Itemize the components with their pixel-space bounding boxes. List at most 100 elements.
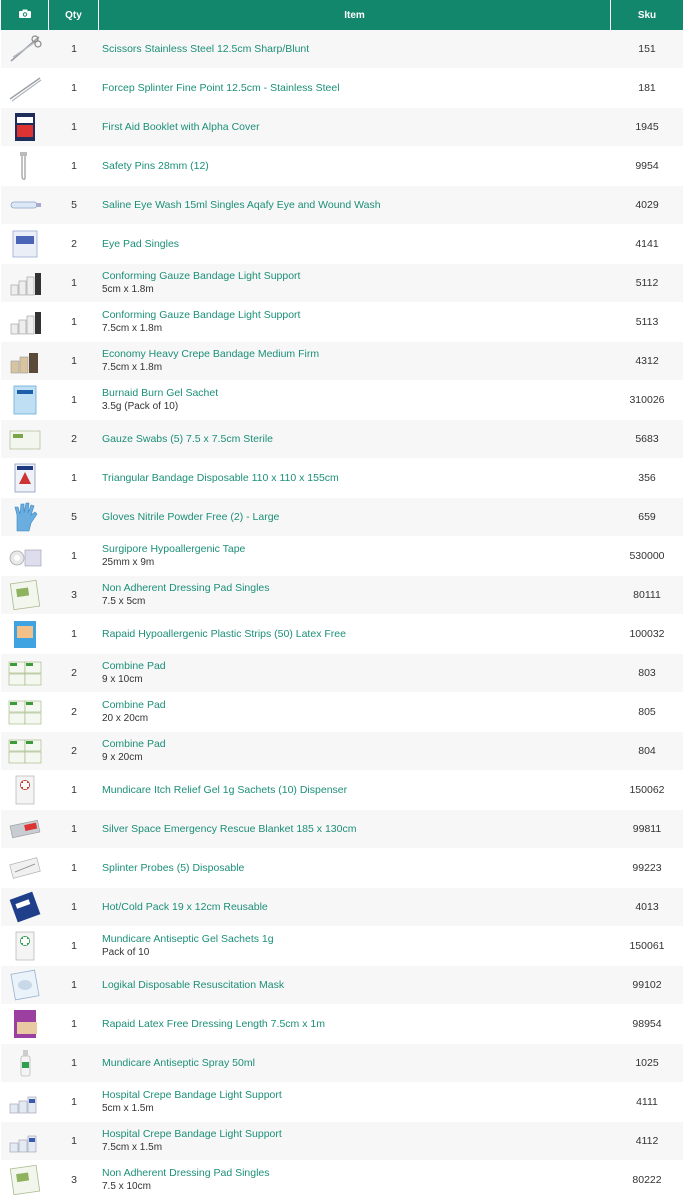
- table-row: 2 Gauze Swabs (5) 7.5 x 7.5cm Sterile 5683: [1, 420, 683, 459]
- item-link[interactable]: Gloves Nitrile Powder Free (2) - Large: [102, 511, 611, 524]
- hospital-crepe-thumbnail[interactable]: [7, 1125, 43, 1157]
- item-link[interactable]: Non Adherent Dressing Pad Singles: [102, 582, 611, 595]
- item-link[interactable]: Mundicare Antiseptic Gel Sachets 1g: [102, 933, 611, 946]
- item-size-text: 5cm x 1.8m: [102, 284, 154, 295]
- qty-cell: 1: [49, 927, 99, 966]
- product-image-cell: [1, 498, 49, 537]
- item-link[interactable]: Forcep Splinter Fine Point 12.5cm - Stai…: [102, 82, 611, 95]
- item-cell: Hospital Crepe Bandage Light Support 5cm …: [99, 1083, 611, 1122]
- tape-roll-thumbnail[interactable]: [7, 540, 43, 572]
- plastic-strips-box-thumbnail[interactable]: [7, 618, 43, 650]
- item-link[interactable]: Triangular Bandage Disposable 110 x 110 …: [102, 472, 611, 485]
- item-size-text: 7.5cm x 1.8m: [102, 362, 163, 373]
- resuscitation-mask-thumbnail[interactable]: [7, 969, 43, 1001]
- item-link[interactable]: Conforming Gauze Bandage Light Support: [102, 309, 611, 322]
- table-row: 3 Non Adherent Dressing Pad Singles 7.5 x …: [1, 576, 683, 615]
- item-cell: Combine Pad 20 x 20cm: [99, 693, 611, 732]
- product-image-cell: [1, 342, 49, 381]
- hot-cold-pack-thumbnail[interactable]: [7, 891, 43, 923]
- product-image-cell: [1, 69, 49, 108]
- qty-cell: 1: [49, 147, 99, 186]
- product-image-cell: [1, 615, 49, 654]
- combine-pad-thumbnail[interactable]: [7, 735, 43, 767]
- qty-cell: 1: [49, 30, 99, 69]
- item-link[interactable]: Logikal Disposable Resuscitation Mask: [102, 979, 611, 992]
- item-link[interactable]: Combine Pad: [102, 699, 611, 712]
- glove-thumbnail[interactable]: [7, 501, 43, 533]
- item-link[interactable]: First Aid Booklet with Alpha Cover: [102, 121, 611, 134]
- table-row: 1 First Aid Booklet with Alpha Cover 1945: [1, 108, 683, 147]
- item-link[interactable]: Silver Space Emergency Rescue Blanket 18…: [102, 823, 611, 836]
- bandage-rolls-thumbnail[interactable]: [7, 306, 43, 338]
- booklet-thumbnail[interactable]: [7, 111, 43, 143]
- hospital-crepe-thumbnail[interactable]: [7, 1086, 43, 1118]
- item-cell: Forcep Splinter Fine Point 12.5cm - Stai…: [99, 69, 611, 108]
- item-cell: Non Adherent Dressing Pad Singles 7.5 x 5…: [99, 576, 611, 615]
- item-link[interactable]: Hot/Cold Pack 19 x 12cm Reusable: [102, 901, 611, 914]
- item-link[interactable]: Surgipore Hypoallergenic Tape: [102, 543, 611, 556]
- item-cell: Economy Heavy Crepe Bandage Medium Firm 7…: [99, 342, 611, 381]
- item-cell: Mundicare Antiseptic Gel Sachets 1g Pack …: [99, 927, 611, 966]
- sku-column-header: Sku: [611, 0, 683, 30]
- item-link[interactable]: Conforming Gauze Bandage Light Support: [102, 270, 611, 283]
- item-cell: Combine Pad 9 x 10cm: [99, 654, 611, 693]
- eye-pad-thumbnail[interactable]: [7, 228, 43, 260]
- table-row: 1 Mundicare Antiseptic Gel Sachets 1g Pack…: [1, 927, 683, 966]
- qty-cell: 1: [49, 810, 99, 849]
- saline-tube-thumbnail[interactable]: [7, 189, 43, 221]
- scissors-thumbnail[interactable]: [7, 33, 43, 65]
- safety-pin-thumbnail[interactable]: [7, 150, 43, 182]
- dressing-pad-thumbnail[interactable]: [7, 579, 43, 611]
- table-row: 1 Scissors Stainless Steel 12.5cm Sharp/B…: [1, 30, 683, 69]
- item-link[interactable]: Saline Eye Wash 15ml Singles Aqafy Eye a…: [102, 199, 611, 212]
- item-link[interactable]: Scissors Stainless Steel 12.5cm Sharp/Bl…: [102, 43, 611, 56]
- table-row: 5 Gloves Nitrile Powder Free (2) - Large 6…: [1, 498, 683, 537]
- table-row: 1 Hot/Cold Pack 19 x 12cm Reusable 4013: [1, 888, 683, 927]
- item-link[interactable]: Non Adherent Dressing Pad Singles: [102, 1167, 611, 1180]
- sku-cell: 99102: [611, 966, 683, 1005]
- product-image-cell: [1, 420, 49, 459]
- item-link[interactable]: Safety Pins 28mm (12): [102, 160, 611, 173]
- item-link[interactable]: Burnaid Burn Gel Sachet: [102, 387, 611, 400]
- product-image-cell: [1, 186, 49, 225]
- qty-cell: 1: [49, 966, 99, 1005]
- item-link[interactable]: Gauze Swabs (5) 7.5 x 7.5cm Sterile: [102, 433, 611, 446]
- gauze-swab-thumbnail[interactable]: [7, 423, 43, 455]
- gel-sachet-thumbnail[interactable]: [7, 384, 43, 416]
- crepe-bandage-thumbnail[interactable]: [7, 345, 43, 377]
- itch-gel-dispenser-thumbnail[interactable]: [7, 774, 43, 806]
- triangular-bandage-thumbnail[interactable]: [7, 462, 43, 494]
- item-cell: Mundicare Antiseptic Spray 50ml: [99, 1044, 611, 1083]
- bandage-rolls-thumbnail[interactable]: [7, 267, 43, 299]
- product-image-cell: [1, 771, 49, 810]
- antiseptic-gel-thumbnail[interactable]: [7, 930, 43, 962]
- item-link[interactable]: Eye Pad Singles: [102, 238, 611, 251]
- item-cell: Scissors Stainless Steel 12.5cm Sharp/Bl…: [99, 30, 611, 69]
- qty-cell: 3: [49, 576, 99, 615]
- item-link[interactable]: Combine Pad: [102, 738, 611, 751]
- spray-bottle-thumbnail[interactable]: [7, 1047, 43, 1079]
- item-link[interactable]: Splinter Probes (5) Disposable: [102, 862, 611, 875]
- table-row: 2 Eye Pad Singles 4141: [1, 225, 683, 264]
- product-image-cell: [1, 1122, 49, 1161]
- table-row: 1 Logikal Disposable Resuscitation Mask 99…: [1, 966, 683, 1005]
- dressing-pad-thumbnail[interactable]: [7, 1164, 43, 1196]
- item-link[interactable]: Hospital Crepe Bandage Light Support: [102, 1128, 611, 1141]
- item-link[interactable]: Rapaid Latex Free Dressing Length 7.5cm …: [102, 1018, 611, 1031]
- item-link[interactable]: Economy Heavy Crepe Bandage Medium Firm: [102, 348, 611, 361]
- item-link[interactable]: Combine Pad: [102, 660, 611, 673]
- dressing-length-thumbnail[interactable]: [7, 1008, 43, 1040]
- rescue-blanket-thumbnail[interactable]: [7, 813, 43, 845]
- splinter-probes-thumbnail[interactable]: [7, 852, 43, 884]
- qty-cell: 1: [49, 459, 99, 498]
- item-link[interactable]: Mundicare Antiseptic Spray 50ml: [102, 1057, 611, 1070]
- table-row: 1 Splinter Probes (5) Disposable 99223: [1, 849, 683, 888]
- combine-pad-thumbnail[interactable]: [7, 657, 43, 689]
- item-cell: First Aid Booklet with Alpha Cover: [99, 108, 611, 147]
- item-size-text: 9 x 10cm: [102, 674, 143, 685]
- forceps-thumbnail[interactable]: [7, 72, 43, 104]
- combine-pad-thumbnail[interactable]: [7, 696, 43, 728]
- item-link[interactable]: Hospital Crepe Bandage Light Support: [102, 1089, 611, 1102]
- item-link[interactable]: Rapaid Hypoallergenic Plastic Strips (50…: [102, 628, 611, 641]
- item-link[interactable]: Mundicare Itch Relief Gel 1g Sachets (10…: [102, 784, 611, 797]
